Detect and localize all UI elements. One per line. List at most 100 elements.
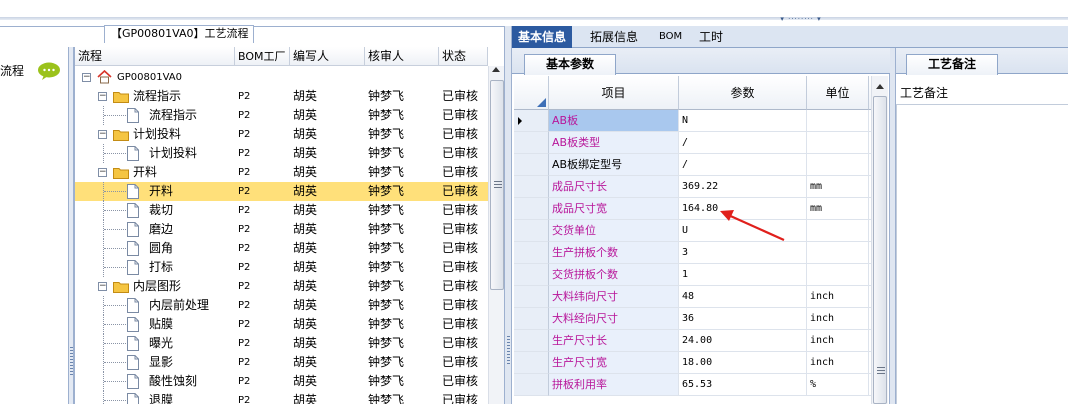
row-indicator[interactable] (514, 308, 549, 330)
param-value-cell[interactable]: 24.00 (679, 330, 807, 352)
column-header-bom-factory[interactable]: BOM工厂 (235, 47, 290, 66)
param-unit-cell[interactable] (807, 264, 869, 286)
param-unit-cell[interactable] (807, 132, 869, 154)
param-name-cell[interactable]: 生产尺寸长 (549, 330, 679, 352)
column-header-param[interactable]: 参数 (679, 76, 807, 110)
column-header-writer[interactable]: 编写人 (290, 47, 365, 66)
param-value-cell[interactable]: 48 (679, 286, 807, 308)
param-name-cell[interactable]: 成品尺寸长 (549, 176, 679, 198)
row-indicator[interactable] (514, 352, 549, 374)
collapse-icon[interactable]: − (98, 130, 107, 139)
param-row[interactable]: 大料经向尺寸 36 inch (514, 308, 871, 330)
collapse-icon[interactable]: − (98, 282, 107, 291)
tree-vertical-scrollbar[interactable] (488, 66, 504, 404)
tab-bom[interactable]: BOM (653, 26, 688, 48)
row-indicator[interactable] (514, 220, 549, 242)
param-row[interactable]: 成品尺寸宽 164.80 mm (514, 198, 871, 220)
row-indicator[interactable] (514, 198, 549, 220)
param-name-cell[interactable]: 交货拼板个数 (549, 264, 679, 286)
param-unit-cell[interactable]: inch (807, 352, 869, 374)
collapse-icon[interactable]: − (98, 168, 107, 177)
param-row[interactable]: 大料纬向尺寸 48 inch (514, 286, 871, 308)
param-name-cell[interactable]: 生产拼板个数 (549, 242, 679, 264)
param-row[interactable]: 生产尺寸宽 18.00 inch (514, 352, 871, 374)
param-row[interactable]: 生产尺寸长 24.00 inch (514, 330, 871, 352)
row-indicator[interactable] (514, 154, 549, 176)
row-indicator[interactable] (514, 242, 549, 264)
param-value-cell[interactable]: N (679, 110, 807, 132)
param-unit-cell[interactable]: inch (807, 308, 869, 330)
scroll-up-arrow-icon[interactable] (492, 67, 500, 72)
tree-row[interactable]: 内层前处理 P2 胡英 钟梦飞 已审核 (75, 296, 488, 315)
tree-row[interactable]: 圆角 P2 胡英 钟梦飞 已审核 (75, 239, 488, 258)
subtab-basic-params[interactable]: 基本参数 (524, 54, 616, 75)
param-value-cell[interactable]: / (679, 132, 807, 154)
row-indicator[interactable] (514, 176, 549, 198)
collapse-icon[interactable]: − (98, 92, 107, 101)
tree-root-row[interactable]: − GP00801VA0 (75, 68, 488, 87)
tree-row[interactable]: − 内层图形 P2 胡英 钟梦飞 已审核 (75, 277, 488, 296)
param-value-cell[interactable]: 65.53 (679, 374, 807, 396)
params-vertical-scrollbar[interactable] (871, 76, 888, 404)
scroll-up-arrow-icon[interactable] (876, 84, 884, 89)
tab-basic-info[interactable]: 基本信息 (512, 26, 573, 48)
column-header-status[interactable]: 状态 (439, 47, 488, 66)
param-row[interactable]: 拼板利用率 65.53% (514, 374, 871, 396)
tree-row[interactable]: 计划投料 P2 胡英 钟梦飞 已审核 (75, 144, 488, 163)
param-name-cell[interactable]: 交货单位 (549, 220, 679, 242)
param-row[interactable]: AB板类型 / (514, 132, 871, 154)
column-header-process[interactable]: 流程 (75, 47, 235, 66)
middle-splitter[interactable] (504, 26, 512, 404)
param-row[interactable]: 生产拼板个数 3 (514, 242, 871, 264)
column-header-unit[interactable]: 单位 (807, 76, 869, 110)
tree-row[interactable]: 磨边 P2 胡英 钟梦飞 已审核 (75, 220, 488, 239)
tree-row[interactable]: 开料 P2 胡英 钟梦飞 已审核 (75, 182, 488, 201)
tab-process-remarks[interactable]: 工艺备注 (906, 54, 998, 75)
param-value-cell[interactable]: 18.00 (679, 352, 807, 374)
row-indicator[interactable] (514, 110, 549, 132)
tree-row[interactable]: 显影 P2 胡英 钟梦飞 已审核 (75, 353, 488, 372)
column-header-item[interactable]: 项目 (549, 76, 679, 110)
param-name-cell[interactable]: 大料纬向尺寸 (549, 286, 679, 308)
row-indicator[interactable] (514, 286, 549, 308)
param-unit-cell[interactable] (807, 220, 869, 242)
param-name-cell[interactable]: AB板 (549, 110, 679, 132)
tab-extended-info[interactable]: 拓展信息 (584, 26, 644, 48)
param-row[interactable]: 成品尺寸长 369.22 mm (514, 176, 871, 198)
param-unit-cell[interactable] (807, 110, 869, 132)
tree-row[interactable]: − 计划投料 P2 胡英 钟梦飞 已审核 (75, 125, 488, 144)
param-row[interactable]: AB板 N (514, 110, 871, 132)
tree-row[interactable]: − 流程指示 P2 胡英 钟梦飞 已审核 (75, 87, 488, 106)
param-unit-cell[interactable] (807, 242, 869, 264)
param-name-cell[interactable]: AB板绑定型号 (549, 154, 679, 176)
param-name-cell[interactable]: 成品尺寸宽 (549, 198, 679, 220)
tree-row[interactable]: 打标 P2 胡英 钟梦飞 已审核 (75, 258, 488, 277)
param-row[interactable]: 交货拼板个数 1 (514, 264, 871, 286)
param-unit-cell[interactable] (807, 154, 869, 176)
param-value-cell[interactable]: 369.22 (679, 176, 807, 198)
param-row[interactable]: AB板绑定型号 / (514, 154, 871, 176)
remarks-text-area[interactable] (896, 104, 1068, 404)
param-unit-cell[interactable]: % (807, 374, 869, 396)
param-name-cell[interactable]: 大料经向尺寸 (549, 308, 679, 330)
param-value-cell[interactable]: 36 (679, 308, 807, 330)
tree-row[interactable]: − 开料 P2 胡英 钟梦飞 已审核 (75, 163, 488, 182)
param-name-cell[interactable]: 拼板利用率 (549, 374, 679, 396)
tree-row[interactable]: 流程指示 P2 胡英 钟梦飞 已审核 (75, 106, 488, 125)
param-name-cell[interactable]: AB板类型 (549, 132, 679, 154)
param-unit-cell[interactable]: mm (807, 198, 869, 220)
tree-row[interactable]: 曝光 P2 胡英 钟梦飞 已审核 (75, 334, 488, 353)
param-unit-cell[interactable]: inch (807, 286, 869, 308)
param-value-cell[interactable]: / (679, 154, 807, 176)
tree-row[interactable]: 裁切 P2 胡英 钟梦飞 已审核 (75, 201, 488, 220)
collapse-icon[interactable]: − (82, 73, 91, 82)
row-indicator[interactable] (514, 132, 549, 154)
row-indicator[interactable] (514, 264, 549, 286)
top-splitter-grip[interactable]: ▾ ········ ▾ (746, 16, 856, 23)
param-value-cell[interactable]: 1 (679, 264, 807, 286)
param-unit-cell[interactable]: mm (807, 176, 869, 198)
tree-row[interactable]: 退膜 P2 胡英 钟梦飞 已审核 (75, 391, 488, 404)
column-header-reviewer[interactable]: 核审人 (365, 47, 439, 66)
tab-work-hours[interactable]: 工时 (693, 26, 729, 48)
tree-scroll-thumb[interactable] (490, 80, 504, 290)
